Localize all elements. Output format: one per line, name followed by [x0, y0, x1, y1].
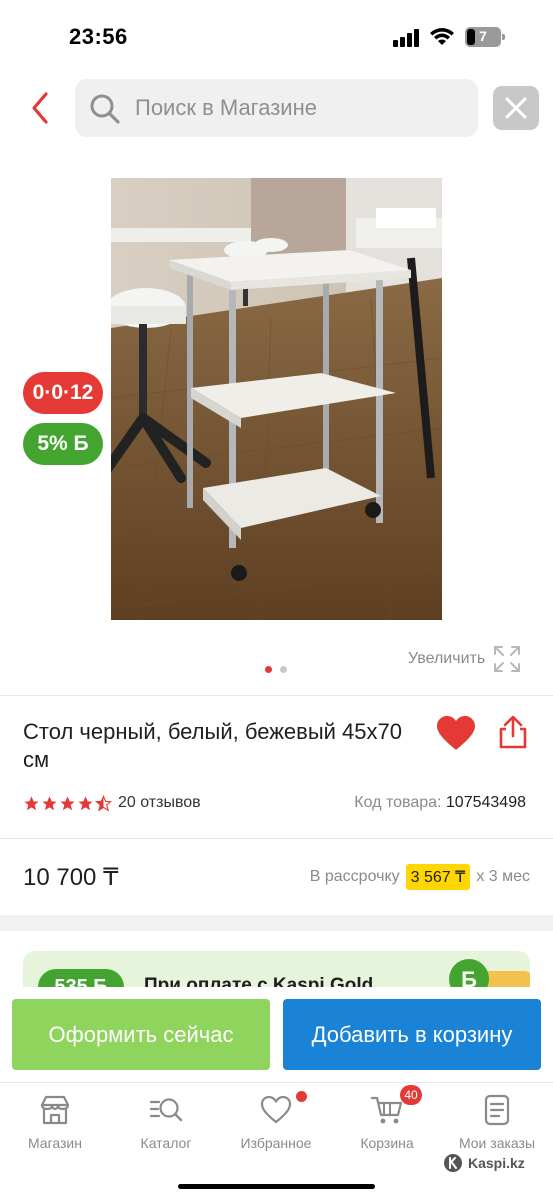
installment-prefix: В рассрочку: [309, 868, 400, 885]
product-code-value: 107543498: [445, 794, 526, 811]
favorites-icon: [260, 1095, 292, 1124]
close-icon: [505, 97, 527, 119]
orders-icon: [484, 1094, 510, 1126]
cart-count-badge: 40: [400, 1085, 422, 1105]
tab-cart[interactable]: 40 Корзина: [332, 1085, 442, 1153]
battery-level: 7: [479, 28, 487, 44]
product-title: Стол черный, белый, бежевый 45x70 см: [23, 719, 402, 772]
zoom-button[interactable]: Увеличить: [408, 645, 521, 673]
tab-label: Избранное: [240, 1135, 312, 1151]
favorites-icon-wrap: [259, 1091, 307, 1127]
divider: [0, 838, 553, 839]
bottom-tab-bar: Магазин Каталог Избранное 40 Корзина Мои…: [0, 1082, 553, 1200]
status-time: 23:56: [69, 24, 128, 49]
tab-favorites[interactable]: Избранное: [221, 1091, 331, 1153]
cellular-signal-icon: [393, 29, 419, 47]
reviews-link[interactable]: 20 отзывов: [118, 794, 201, 812]
cart-icon-wrap: 40: [370, 1085, 422, 1127]
kaspi-logo-icon: [444, 1154, 462, 1172]
cart-icon: [370, 1096, 403, 1124]
home-indicator: [178, 1184, 375, 1189]
wifi-icon: [430, 28, 454, 45]
divider: [0, 695, 553, 696]
star-half-icon: [95, 794, 112, 811]
zoom-label: Увеличить: [408, 650, 486, 667]
add-to-cart-button[interactable]: Добавить в корзину: [283, 999, 541, 1070]
installment-info: В рассрочку 3 567 ₸ x 3 мес: [310, 864, 530, 890]
installment-term: x 3 мес: [476, 868, 530, 885]
tab-label: Мои заказы: [458, 1135, 536, 1151]
tab-orders[interactable]: Мои заказы: [442, 1093, 552, 1153]
tab-catalog[interactable]: Каталог: [111, 1093, 221, 1153]
back-arrow-icon[interactable]: [22, 88, 58, 128]
battery-icon: 7: [465, 27, 505, 47]
product-image[interactable]: [111, 178, 442, 620]
star-icon: [24, 795, 39, 810]
shop-icon: [40, 1095, 70, 1125]
star-icon: [78, 795, 93, 810]
buy-now-button[interactable]: Оформить сейчас: [12, 999, 270, 1070]
installment-badge: 0·0·12: [23, 372, 103, 414]
product-price: 10 700 ₸: [23, 864, 119, 891]
gallery-pagination: [265, 666, 289, 674]
status-bar: 23:56 7: [0, 0, 553, 72]
tab-label: Магазин: [27, 1135, 82, 1151]
tab-shop[interactable]: Магазин: [0, 1093, 110, 1153]
heart-icon[interactable]: [436, 716, 476, 752]
product-code: Код товара: 107543498: [354, 794, 526, 812]
bonus-badge: 5% Б: [23, 423, 103, 465]
section-separator: [0, 915, 553, 931]
pagination-dot: [280, 666, 287, 673]
action-bar: Оформить сейчас Добавить в корзину: [0, 987, 553, 1082]
installment-amount: 3 567 ₸: [405, 864, 471, 890]
search-icon: [90, 94, 120, 124]
rating-stars: [23, 794, 112, 812]
watermark-text: Kaspi.kz: [468, 1155, 525, 1171]
star-icon: [60, 795, 75, 810]
product-code-label: Код товара:: [354, 794, 442, 811]
kaspi-watermark: Kaspi.kz: [443, 1153, 525, 1173]
share-icon[interactable]: [497, 714, 529, 750]
favorites-notification-dot: [296, 1091, 307, 1102]
search-input[interactable]: [135, 79, 465, 137]
product-photo: [111, 178, 442, 620]
close-search-button[interactable]: [493, 86, 539, 130]
rating[interactable]: 20 отзывов: [23, 792, 201, 814]
tab-label: Каталог: [140, 1135, 192, 1151]
catalog-icon: [149, 1098, 183, 1122]
zoom-icon: [494, 646, 521, 672]
star-icon: [42, 795, 57, 810]
tab-label: Корзина: [360, 1135, 414, 1151]
search-bar[interactable]: [75, 79, 478, 137]
pagination-dot-active: [265, 666, 272, 673]
